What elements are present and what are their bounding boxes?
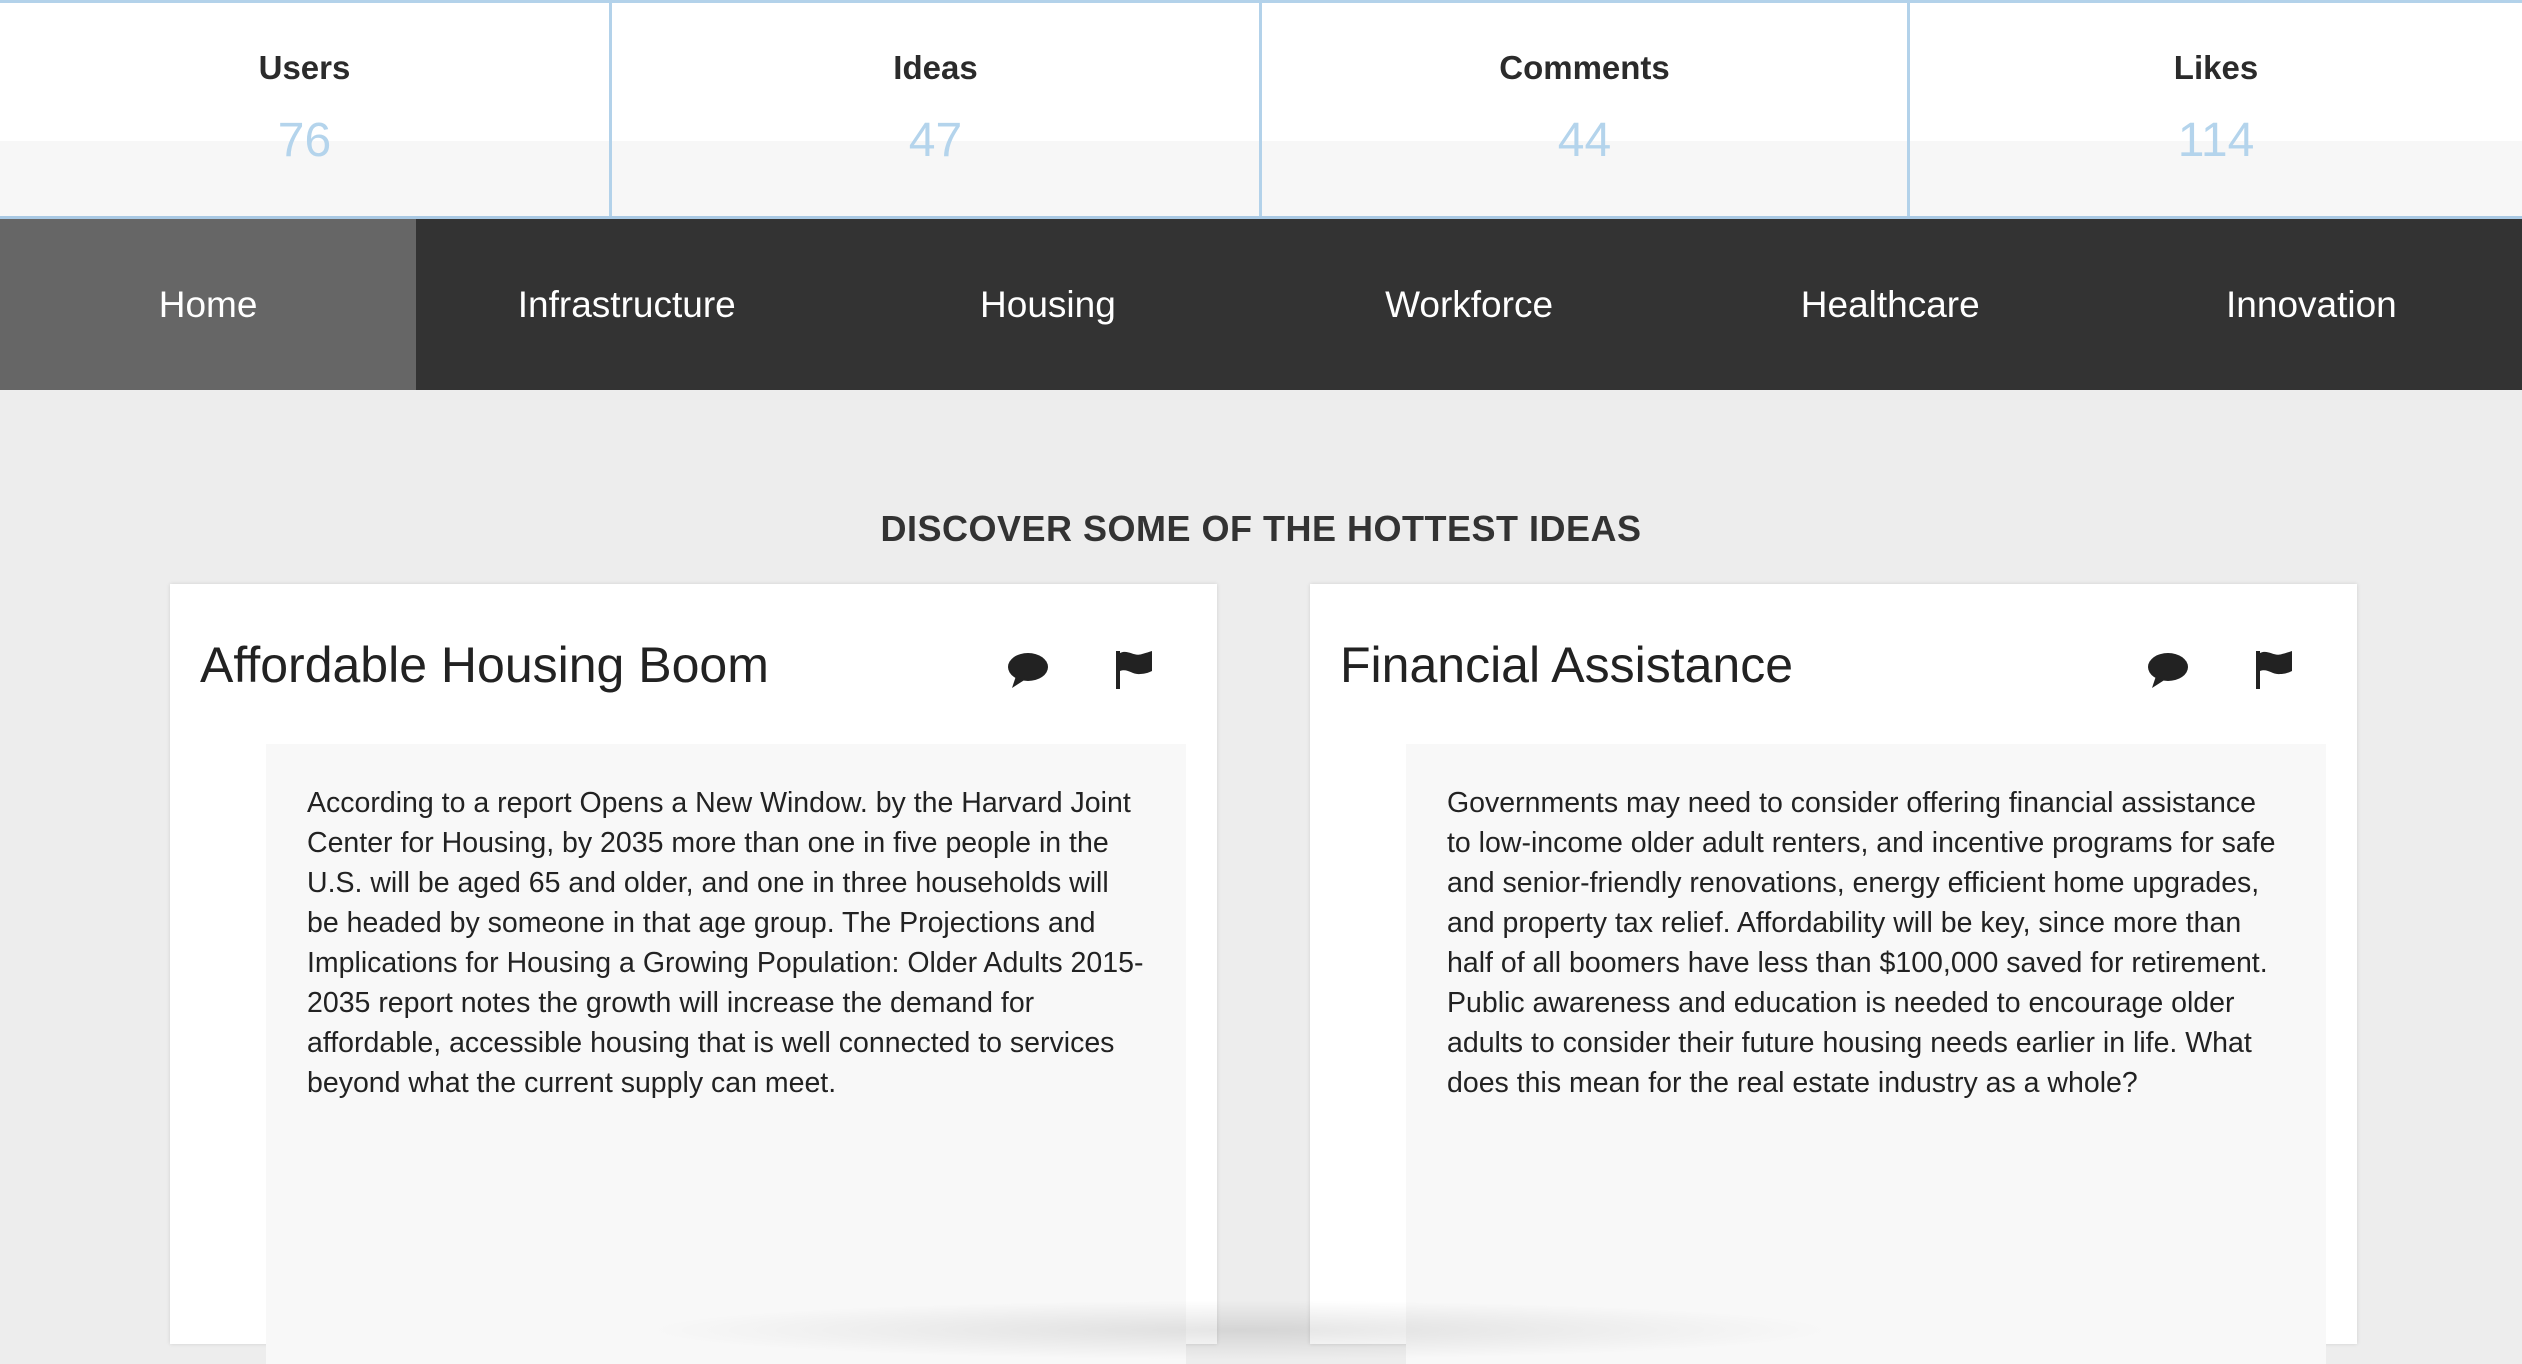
stat-comments: Comments 44 xyxy=(1262,3,1910,216)
stat-value: 76 xyxy=(277,114,332,167)
stat-label: Likes xyxy=(2173,49,2259,86)
idea-card-body: Governments may need to consider offerin… xyxy=(1406,744,2326,1364)
main-nav: Home Infrastructure Housing Workforce He… xyxy=(0,219,2522,390)
stat-likes: Likes 114 xyxy=(1910,3,2522,216)
stat-value: 114 xyxy=(2177,114,2255,167)
stats-bar: Users 76 Ideas 47 Comments 44 Likes 114 xyxy=(0,0,2522,219)
stat-value: 47 xyxy=(908,114,963,167)
stat-users: Users 76 xyxy=(0,3,612,216)
nav-item-healthcare[interactable]: Healthcare xyxy=(1680,219,2101,390)
comment-icon[interactable] xyxy=(1004,646,1052,694)
flag-icon[interactable] xyxy=(2250,646,2298,694)
stat-ideas: Ideas 47 xyxy=(612,3,1262,216)
idea-card: Affordable Housing Boom According to a r… xyxy=(170,584,1217,1364)
stat-label: Ideas xyxy=(893,49,978,86)
stat-value: 44 xyxy=(1557,114,1612,167)
nav-item-home[interactable]: Home xyxy=(0,219,417,390)
section-title: DISCOVER SOME OF THE HOTTEST IDEAS xyxy=(880,508,1642,549)
nav-item-innovation[interactable]: Innovation xyxy=(2101,219,2522,390)
idea-card-title[interactable]: Affordable Housing Boom xyxy=(200,636,769,694)
idea-card-body: According to a report Opens a New Window… xyxy=(266,744,1186,1364)
idea-card-title[interactable]: Financial Assistance xyxy=(1340,636,1793,694)
nav-item-infrastructure[interactable]: Infrastructure xyxy=(416,219,837,390)
idea-card: Financial Assistance Governments may nee… xyxy=(1310,584,2357,1364)
flag-icon[interactable] xyxy=(1110,646,1158,694)
stat-label: Users xyxy=(258,49,351,86)
nav-item-workforce[interactable]: Workforce xyxy=(1259,219,1680,390)
stat-label: Comments xyxy=(1499,49,1670,86)
nav-item-housing[interactable]: Housing xyxy=(837,219,1258,390)
comment-icon[interactable] xyxy=(2144,646,2192,694)
